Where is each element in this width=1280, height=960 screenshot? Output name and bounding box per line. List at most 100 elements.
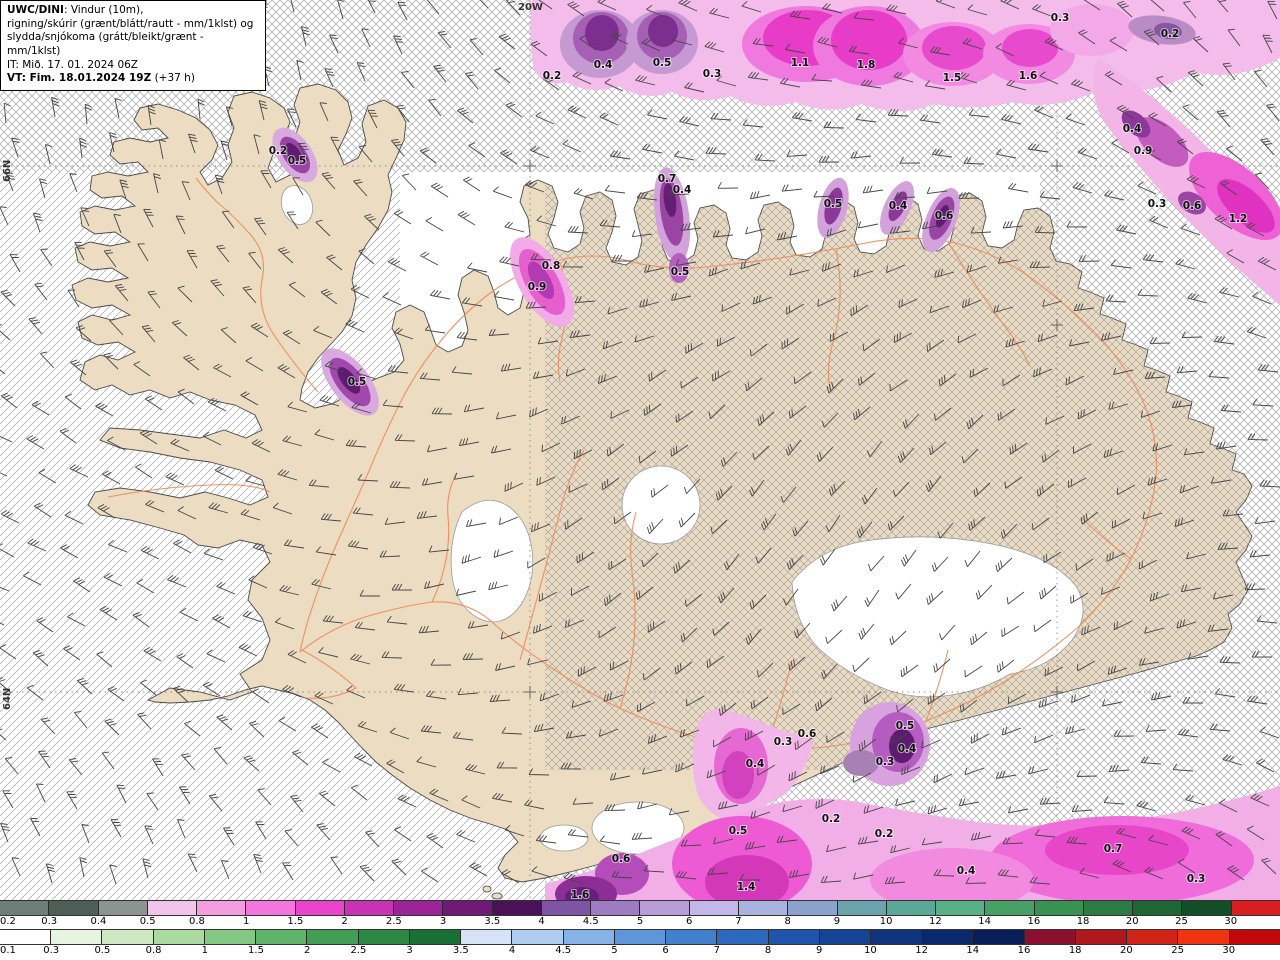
legend-cell	[98, 901, 148, 915]
legend-tick-label: 4.5	[555, 945, 572, 956]
precip-value-label: 1.4	[737, 881, 756, 893]
map-area: 0.2 0.4 0.5 0.3 1.1 1.8 1.5 1.6 0.3 0.2 0.4 0.9 0.3 0…	[0, 0, 1280, 900]
weather-map-canvas: 0.20.4 0.50.31.1 1.81.5 1.60.30.20.40.90.3 0…	[0, 0, 1280, 900]
legend-cell	[102, 930, 154, 944]
legend-tick-label: 16	[1027, 916, 1041, 927]
legend-cell	[922, 930, 974, 944]
legend-tick-label: 18	[1068, 945, 1082, 956]
precip-value-label: 0.2	[543, 70, 562, 82]
legend-cell	[295, 901, 345, 915]
lead-time: (+37 h)	[151, 72, 195, 85]
legend-tick-label: 6	[662, 945, 669, 956]
legend-cell	[197, 901, 247, 915]
legend-tick-label: 1	[201, 945, 208, 956]
island-vestmannaeyjar-1	[482, 885, 492, 893]
legend-tick-label: 4	[508, 945, 516, 956]
precip-value-label: 0.3	[1148, 198, 1167, 210]
legend-cell	[738, 901, 789, 915]
glacier-hofsjokull	[621, 465, 701, 545]
legend-tick-label: 3.5	[452, 945, 469, 956]
precip-value-label: 0.6	[612, 853, 631, 865]
legend-cell	[886, 901, 937, 915]
legend-cell	[409, 930, 462, 944]
precip-value-label: 0.7	[1104, 843, 1123, 855]
legend-tick-label: 8	[764, 945, 772, 956]
legend-cell	[1024, 930, 1076, 944]
lon-label-20w: 20W	[518, 2, 543, 13]
legend-cell	[614, 930, 667, 944]
precip-value-label: 0.6	[935, 210, 954, 222]
legend-cell	[837, 901, 887, 915]
legend-tick-label: 18	[1076, 916, 1090, 927]
legend-cell	[461, 930, 513, 944]
precip-value-label: 0.3	[1051, 12, 1070, 24]
legend-tick-label: 0.4	[90, 916, 107, 927]
legend-tick-label: 0.5	[139, 916, 156, 927]
legend-tick-label: 3	[406, 945, 413, 956]
legend-cell	[1178, 930, 1230, 944]
precip-value-label: 0.4	[673, 184, 692, 196]
precip-value-label: 1.5	[943, 72, 962, 84]
header-line-1: UWC/DINI: Vindur (10m),	[7, 4, 259, 18]
legend-cell	[492, 901, 542, 915]
precip-value-label: 1.8	[857, 59, 876, 71]
legend-cell	[936, 901, 986, 915]
legend-tick-label: 0.5	[94, 945, 111, 956]
legend-cell	[985, 901, 1035, 915]
legend-tick-label: 3.5	[484, 916, 501, 927]
legend-tick-label: 0.3	[41, 916, 58, 927]
legend-tick-label: 5	[611, 945, 618, 956]
legend-tick-label: 2.5	[350, 945, 367, 956]
legend-tick-label: 9	[816, 945, 823, 956]
legend-cell	[1231, 901, 1280, 915]
island-vestmannaeyjar-2	[491, 892, 503, 900]
legend-cell	[768, 930, 820, 944]
legend-tick-label: 25	[1171, 945, 1184, 956]
lat-label-64n: 64N	[2, 688, 13, 710]
model-name: UWC/DINI	[7, 4, 64, 16]
precip-value-label: 0.5	[671, 266, 690, 278]
legend-cell	[689, 901, 739, 915]
precip-value-label: 0.2	[822, 813, 841, 825]
legend-cell	[344, 901, 395, 915]
legend-colorbars: 0.2 0.3 0.4 0.5 0.8 1 1.5 2 2.5 3 3.5 4 4.5 5 6 7 8 9 10 12…	[0, 900, 1280, 960]
header-line-3: slydda/snjókoma (grátt/bleikt/grænt - mm…	[7, 31, 204, 57]
precip-value-label: 0.8	[542, 260, 561, 272]
legend-tick-label: 0.2	[0, 916, 16, 927]
legend-cell	[246, 901, 296, 915]
precip-value-label: 0.3	[1187, 873, 1206, 885]
legend-tick-label: 25	[1175, 916, 1188, 927]
precip-value-label: 1.1	[791, 57, 810, 69]
precip-value-label: 1.6	[571, 889, 590, 900]
precip-value-label: 0.5	[896, 720, 915, 732]
legend-cell	[51, 930, 103, 944]
legend-tick-label: 0.8	[188, 916, 205, 927]
precip-value-label: 0.5	[288, 155, 307, 167]
precip-value-label: 0.5	[348, 376, 367, 388]
legend-cell	[1182, 901, 1232, 915]
legend-cell	[870, 930, 923, 944]
legend-cell	[394, 901, 444, 915]
precip-value-label: 0.4	[898, 743, 917, 755]
legend-tick-label: 10	[879, 916, 893, 927]
precip-value-label: 0.5	[653, 57, 672, 69]
legend-tick-label: 2	[341, 916, 348, 927]
legend-cell	[973, 930, 1025, 944]
legend-tick-label: 4	[538, 916, 545, 927]
legend-cell	[640, 901, 690, 915]
legend-cell	[358, 930, 410, 944]
legend-cell	[1133, 901, 1183, 915]
legend-tick-label: 1.5	[248, 945, 264, 956]
legend-cell	[1127, 930, 1179, 944]
legend-cell	[443, 901, 493, 915]
legend-tick-label: 12	[929, 916, 942, 927]
legend-cell	[717, 930, 769, 944]
legend-tick-label: 20	[1125, 916, 1139, 927]
legend-tick-label: 0.3	[43, 945, 60, 956]
legend-cell	[788, 901, 838, 915]
weather-map-page: 0.2 0.4 0.5 0.3 1.1 1.8 1.5 1.6 0.3 0.2 0.4 0.9 0.3 0…	[0, 0, 1280, 960]
legend-tick-label: 6	[686, 916, 693, 927]
legend-cell	[256, 930, 308, 944]
legend-cell	[563, 930, 615, 944]
legend-tick-label: 2.5	[385, 916, 402, 927]
